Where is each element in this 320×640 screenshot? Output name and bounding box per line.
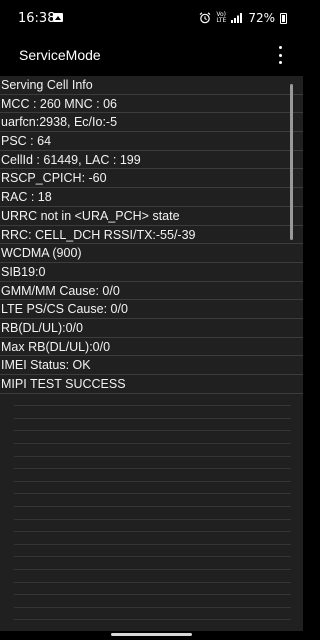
empty-row bbox=[14, 620, 291, 631]
list-item: LTE PS/CS Cause: 0/0 bbox=[0, 300, 303, 319]
navigation-bar bbox=[0, 631, 303, 640]
list-item: Max RB(DL/UL):0/0 bbox=[0, 338, 303, 357]
empty-rows bbox=[0, 394, 303, 631]
gallery-notification-icon bbox=[53, 13, 63, 22]
service-mode-info-list[interactable]: Serving Cell Info MCC : 260 MNC : 06 uar… bbox=[0, 76, 303, 631]
list-item: RSCP_CPICH: -60 bbox=[0, 169, 303, 189]
list-item: GMM/MM Cause: 0/0 bbox=[0, 282, 303, 301]
clock: 16:38 bbox=[18, 11, 56, 26]
list-item: IMEI Status: OK bbox=[0, 356, 303, 375]
empty-row bbox=[14, 482, 291, 495]
list-item: WCDMA (900) bbox=[0, 244, 303, 263]
empty-row bbox=[14, 457, 291, 470]
empty-row bbox=[14, 595, 291, 608]
empty-row bbox=[14, 494, 291, 508]
battery-percent: 72% bbox=[248, 11, 275, 25]
home-gesture-handle[interactable] bbox=[111, 633, 192, 636]
empty-row bbox=[14, 431, 291, 445]
empty-row bbox=[14, 532, 291, 545]
list-item: PSC : 64 bbox=[0, 132, 303, 151]
empty-row bbox=[14, 583, 291, 596]
list-item: SIB19:0 bbox=[0, 263, 303, 282]
list-item: RAC : 18 bbox=[0, 188, 303, 207]
list-item: RB(DL/UL):0/0 bbox=[0, 319, 303, 338]
battery-icon bbox=[280, 12, 287, 24]
empty-row bbox=[14, 520, 291, 533]
list-item: URRC not in <URA_PCH> state bbox=[0, 207, 303, 226]
empty-row bbox=[14, 419, 291, 432]
empty-row bbox=[14, 444, 291, 457]
empty-row bbox=[14, 570, 291, 583]
status-bar: 16:38 Vo) LTE 72% bbox=[0, 0, 303, 36]
scrollbar[interactable] bbox=[290, 84, 293, 240]
empty-row bbox=[14, 557, 291, 570]
empty-row bbox=[14, 469, 291, 482]
app-title: ServiceMode bbox=[19, 47, 101, 63]
app-bar: ServiceMode bbox=[0, 36, 303, 76]
list-item: Serving Cell Info bbox=[0, 76, 303, 95]
more-vert-icon[interactable] bbox=[275, 46, 285, 64]
empty-row bbox=[14, 406, 291, 419]
empty-row bbox=[14, 394, 291, 407]
empty-row bbox=[14, 608, 291, 621]
list-item: RRC: CELL_DCH RSSI/TX:-55/-39 bbox=[0, 226, 303, 245]
list-item: MCC : 260 MNC : 06 bbox=[0, 95, 303, 114]
signal-strength-icon bbox=[231, 13, 243, 23]
alarm-icon bbox=[199, 12, 211, 24]
status-icons: Vo) LTE 72% bbox=[199, 10, 287, 26]
list-item: CellId : 61449, LAC : 199 bbox=[0, 151, 303, 170]
volte-lte-icon: Vo) LTE bbox=[216, 11, 227, 24]
empty-row bbox=[14, 507, 291, 520]
empty-row bbox=[14, 545, 291, 558]
list-item: uarfcn:2938, Ec/Io:-5 bbox=[0, 113, 303, 133]
list-item: MIPI TEST SUCCESS bbox=[0, 375, 303, 394]
